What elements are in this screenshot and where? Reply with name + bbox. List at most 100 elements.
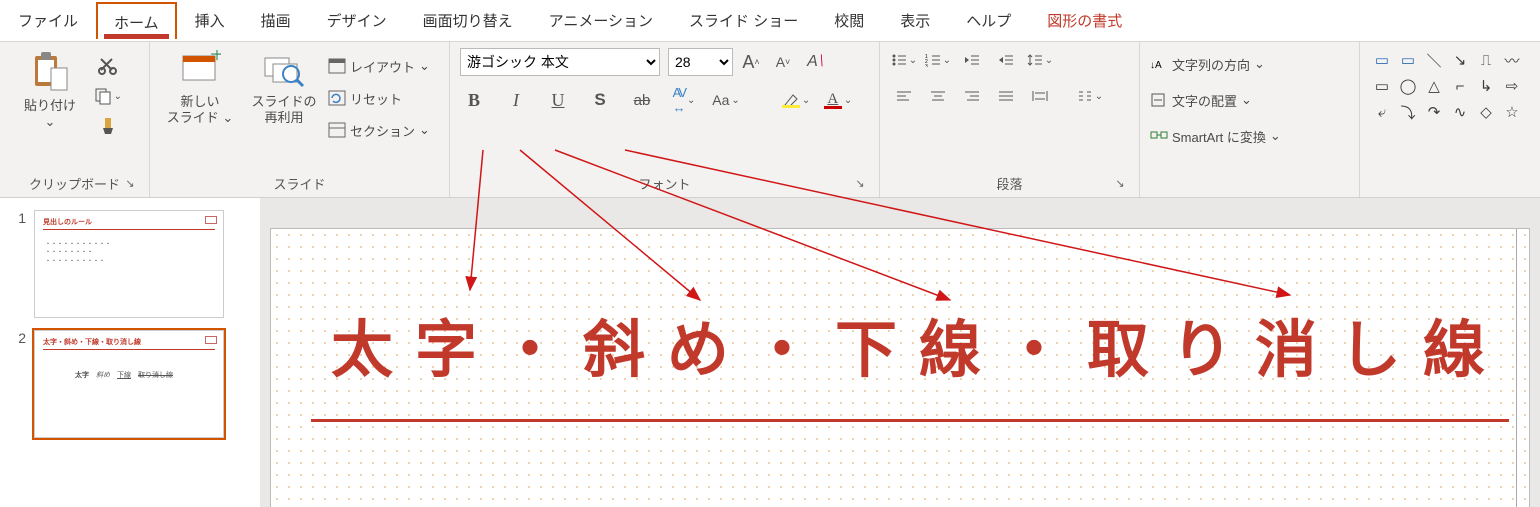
highlight-button[interactable] bbox=[782, 88, 810, 112]
font-caption: フォント bbox=[638, 177, 690, 192]
shrink-font-button[interactable]: A˅ bbox=[769, 50, 797, 74]
thumbnail-1[interactable]: 1 見出しのルール ・・・・・・・・・・・・・・・・・・・・・・・・・・・・・ bbox=[0, 204, 260, 324]
text-align-vert-button[interactable]: 文字の配置 ⌄ bbox=[1150, 86, 1349, 114]
new-slide-button[interactable]: ＋ 新しい スライド ⌄ bbox=[160, 48, 240, 127]
group-font: 游ゴシック 本文 28 A˄ A˅ A⧵ B I U S ab AV↔ Aa bbox=[450, 42, 880, 197]
copy-button[interactable] bbox=[94, 84, 122, 108]
shape-line-icon[interactable]: ＼ bbox=[1422, 48, 1446, 72]
shape-freeform-icon[interactable]: 〰 bbox=[1500, 48, 1524, 72]
align-right-button[interactable] bbox=[958, 84, 986, 108]
tab-help[interactable]: ヘルプ bbox=[948, 0, 1029, 37]
bullets-icon bbox=[891, 53, 907, 67]
paste-button[interactable]: 貼り付け⌄ bbox=[10, 48, 90, 131]
work-area: 1 見出しのルール ・・・・・・・・・・・・・・・・・・・・・・・・・・・・・ … bbox=[0, 198, 1540, 507]
svg-text:＋: ＋ bbox=[209, 50, 221, 64]
font-family-select[interactable]: 游ゴシック 本文 bbox=[460, 48, 660, 76]
shape-star-icon[interactable]: ☆ bbox=[1500, 100, 1524, 124]
shape-bent-icon[interactable]: ↷ bbox=[1422, 100, 1446, 124]
reset-button[interactable]: リセット bbox=[328, 84, 430, 112]
shape-poly-icon[interactable]: ◇ bbox=[1474, 100, 1498, 124]
layout-button[interactable]: レイアウト ⌄ bbox=[328, 52, 430, 80]
shape-elbow-icon[interactable]: ↳ bbox=[1474, 74, 1498, 98]
paragraph-caption: 段落 bbox=[996, 177, 1022, 192]
text-shadow-button[interactable]: S bbox=[586, 88, 614, 112]
tab-transition[interactable]: 画面切り替え bbox=[405, 0, 531, 37]
tab-file[interactable]: ファイル bbox=[0, 0, 96, 37]
shape-wave-icon[interactable]: ∿ bbox=[1448, 100, 1472, 124]
tab-animation[interactable]: アニメーション bbox=[531, 0, 671, 37]
shape-arrowline-icon[interactable]: ↘ bbox=[1448, 48, 1472, 72]
shape-lconn-icon[interactable]: ⌐ bbox=[1448, 74, 1472, 98]
group-paragraph: 123 段落 ↘ bbox=[880, 42, 1140, 197]
align-justify-icon bbox=[998, 89, 1014, 103]
tab-slideshow[interactable]: スライド ショー bbox=[671, 0, 816, 37]
tab-view[interactable]: 表示 bbox=[882, 0, 948, 37]
decrease-indent-button[interactable] bbox=[958, 48, 986, 72]
shapes-gallery[interactable]: ▭ ▭ ＼ ↘ ⎍ 〰 ▭ ◯ △ ⌐ ↳ ⇨ ⤶ ⤵ ↷ ∿ ◇ ☆ bbox=[1370, 48, 1524, 124]
align-center-icon bbox=[930, 89, 946, 103]
bullets-button[interactable] bbox=[890, 48, 918, 72]
section-button[interactable]: セクション ⌄ bbox=[328, 116, 430, 144]
shape-arc-icon[interactable]: ⤵ bbox=[1396, 100, 1420, 124]
strikethrough-button[interactable]: ab bbox=[628, 88, 656, 112]
shape-textbox2-icon[interactable]: ▭ bbox=[1396, 48, 1420, 72]
change-case-button[interactable]: Aa bbox=[712, 88, 740, 112]
new-slide-label: 新しい スライド bbox=[167, 94, 220, 125]
font-size-select[interactable]: 28 bbox=[668, 48, 733, 76]
thumb-2-number: 2 bbox=[10, 330, 26, 346]
paragraph-dialog-launcher[interactable]: ↘ bbox=[1113, 177, 1127, 191]
group-clipboard: 貼り付け⌄ クリップボード ↘ bbox=[0, 42, 150, 197]
text-align-vert-icon bbox=[1150, 92, 1168, 108]
slide-canvas[interactable]: 太字・斜め・下線・取り消し線 bbox=[270, 228, 1530, 507]
shape-connector-icon[interactable]: ⎍ bbox=[1474, 48, 1498, 72]
char-spacing-button[interactable]: AV↔ bbox=[670, 88, 698, 112]
tab-draw[interactable]: 描画 bbox=[243, 0, 309, 37]
distribute-button[interactable] bbox=[1026, 84, 1054, 108]
align-center-button[interactable] bbox=[924, 84, 952, 108]
thumb-2-body: 太字 斜め 下線 取り消し線 bbox=[75, 371, 173, 381]
clear-format-button[interactable]: A⧵ bbox=[801, 50, 829, 74]
tab-insert[interactable]: 挿入 bbox=[177, 0, 243, 37]
italic-button[interactable]: I bbox=[502, 88, 530, 112]
line-spacing-button[interactable] bbox=[1026, 48, 1054, 72]
tab-home[interactable]: ホーム bbox=[96, 2, 177, 39]
shape-oval-icon[interactable]: ◯ bbox=[1396, 74, 1420, 98]
text-direction-button[interactable]: ↓A 文字列の方向 ⌄ bbox=[1150, 50, 1349, 78]
tab-design[interactable]: デザイン bbox=[309, 0, 405, 37]
font-dialog-launcher[interactable]: ↘ bbox=[853, 177, 867, 191]
shape-rect-icon[interactable]: ▭ bbox=[1370, 74, 1394, 98]
scissors-icon bbox=[98, 56, 118, 76]
grow-font-button[interactable]: A˄ bbox=[737, 50, 765, 74]
format-painter-button[interactable] bbox=[94, 114, 122, 138]
columns-button[interactable] bbox=[1076, 84, 1104, 108]
shape-arrow-icon[interactable]: ⇨ bbox=[1500, 74, 1524, 98]
bold-button[interactable]: B bbox=[460, 88, 488, 112]
convert-smartart-button[interactable]: SmartArt に変換 ⌄ bbox=[1150, 122, 1349, 150]
thumb-1-title: 見出しのルール bbox=[43, 217, 92, 227]
font-color-button[interactable]: A bbox=[824, 88, 852, 112]
shape-textbox-icon[interactable]: ▭ bbox=[1370, 48, 1394, 72]
tab-review[interactable]: 校閲 bbox=[816, 0, 882, 37]
cut-button[interactable] bbox=[94, 54, 122, 78]
underline-button[interactable]: U bbox=[544, 88, 572, 112]
align-justify-button[interactable] bbox=[992, 84, 1020, 108]
increase-indent-button[interactable] bbox=[992, 48, 1020, 72]
line-spacing-icon bbox=[1027, 53, 1043, 67]
shape-curve-icon[interactable]: ⤶ bbox=[1370, 100, 1394, 124]
numbering-button[interactable]: 123 bbox=[924, 48, 952, 72]
clipboard-caption: クリップボード bbox=[29, 177, 120, 192]
thumb-2-badge bbox=[205, 336, 217, 344]
clipboard-dialog-launcher[interactable]: ↘ bbox=[123, 177, 137, 191]
tab-shape-format[interactable]: 図形の書式 bbox=[1029, 0, 1140, 37]
align-left-button[interactable] bbox=[890, 84, 918, 108]
slide-heading-rule bbox=[311, 419, 1509, 422]
reset-label: リセット bbox=[350, 89, 402, 108]
indent-left-icon bbox=[964, 53, 980, 67]
layout-icon bbox=[328, 58, 346, 74]
slide-heading[interactable]: 太字・斜め・下線・取り消し線 bbox=[331, 299, 1489, 389]
reuse-slides-button[interactable]: スライドの 再利用 bbox=[244, 48, 324, 127]
thumbnail-2[interactable]: 2 太字・斜め・下線・取り消し線 太字 斜め 下線 取り消し線 bbox=[0, 324, 260, 444]
reuse-slides-icon bbox=[263, 50, 305, 90]
shape-triangle-icon[interactable]: △ bbox=[1422, 74, 1446, 98]
thumb-1-badge bbox=[205, 216, 217, 224]
